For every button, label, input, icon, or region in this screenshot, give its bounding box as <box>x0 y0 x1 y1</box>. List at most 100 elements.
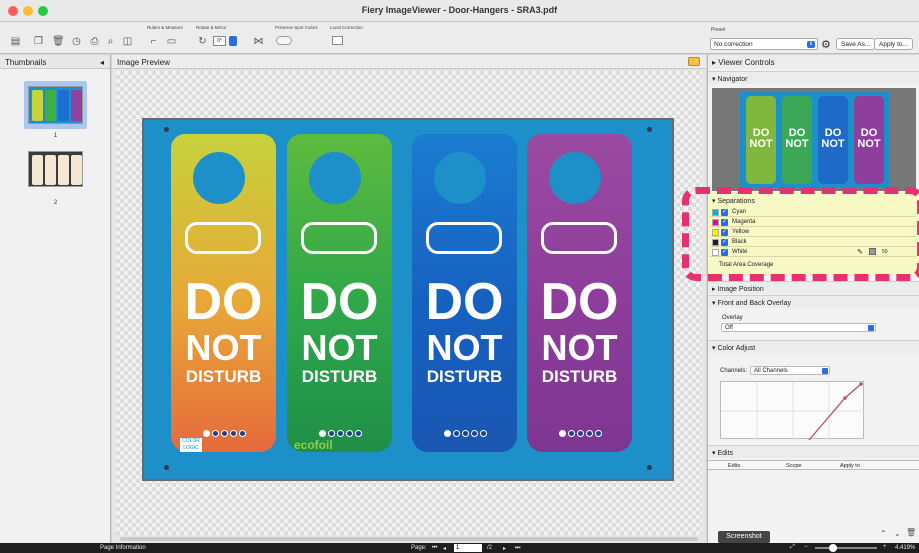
rotate-icon[interactable]: ↻ <box>197 36 208 47</box>
color-dot <box>471 430 478 437</box>
hanger-text: DISTURB <box>426 367 503 386</box>
hanger-text: DO <box>540 273 619 331</box>
zoom-slider[interactable] <box>815 547 877 549</box>
print-icon[interactable]: ⎙ <box>89 36 100 47</box>
preserve-spot-toggle[interactable] <box>276 36 292 45</box>
zoom-out-icon[interactable]: − <box>804 544 808 550</box>
navigator-title: Navigator <box>717 76 748 83</box>
apply-to-column: Apply to <box>840 463 860 469</box>
edits-header[interactable]: ▾ Edits <box>708 445 919 458</box>
preview-mode-icon[interactable] <box>688 57 700 66</box>
rulers-group-label: Rulers & Measure <box>147 25 184 30</box>
front-back-overlay-header[interactable]: ▾ Front and Back Overlay <box>708 295 919 308</box>
registration-mark <box>164 127 169 132</box>
preset-select[interactable]: No correction ⇕ <box>710 38 818 50</box>
viewer-controls-header[interactable]: ▸ Viewer Controls <box>708 55 919 69</box>
color-dot <box>230 430 237 437</box>
copy-icon[interactable]: ❐ <box>33 36 44 47</box>
fit-icon[interactable]: ⤢ <box>790 544 795 551</box>
color-dot <box>328 430 335 437</box>
navigator-hanger: DO NOT <box>782 96 812 184</box>
collapse-icon[interactable]: ◂ <box>100 58 104 67</box>
hanger-text: DO <box>184 273 263 331</box>
hanger-text: NOT <box>541 327 618 368</box>
navigator-view[interactable]: DO NOT DO NOT DO NOT DO NOT <box>712 88 916 191</box>
toolbar: ▤ ❐ 🗑 ◷ ⎙ ⌕ ◫ Rulers & Measure ⌐ ▭ Rotat… <box>0 22 919 54</box>
zoom-slider-knob[interactable] <box>829 544 837 552</box>
color-dot <box>453 430 460 437</box>
edits-column: Edits <box>728 463 741 469</box>
title-bar: Fiery ImageViewer - Door-Hangers - SRA3.… <box>0 0 919 22</box>
page-total: /2 <box>487 545 493 551</box>
save-as-button[interactable]: Save As... <box>836 38 876 50</box>
chevron-down-icon[interactable]: ⌄ <box>894 529 901 538</box>
channels-label: Channels: <box>720 368 748 374</box>
door-hanger: DO NOT DISTURB <box>527 134 632 452</box>
panel-toggle-icon[interactable]: ◫ <box>122 36 133 47</box>
navigator-hanger: DO NOT <box>818 96 848 184</box>
color-adjust-header[interactable]: ▾ Color Adjust <box>708 340 919 353</box>
local-correction-icon[interactable] <box>332 36 343 45</box>
zoom-in-icon[interactable]: + <box>883 544 887 550</box>
thumbnails-title: Thumbnails <box>5 58 47 67</box>
preview-title: Image Preview <box>117 58 170 67</box>
chevron-down-icon <box>868 325 874 331</box>
overlay-label: Overlay <box>722 315 743 321</box>
chevron-up-icon[interactable]: ⌃ <box>880 529 887 538</box>
sleep-mask-graphic <box>301 222 377 254</box>
color-dot <box>203 430 210 437</box>
door-hanger: DO NOT DISTURB <box>287 134 392 452</box>
channels-select[interactable]: All Channels <box>750 366 830 375</box>
thumbnails-panel: Thumbnails ◂ 1 2 <box>0 55 111 543</box>
chevron-down-icon: ⇕ <box>807 41 815 48</box>
color-dot <box>577 430 584 437</box>
thumbnail-page-2[interactable] <box>28 151 83 187</box>
scope-column: Scope <box>786 463 802 469</box>
color-dot <box>355 430 362 437</box>
chevron-down-icon <box>822 368 828 374</box>
gear-icon[interactable]: ⚙ <box>821 38 831 51</box>
mirror-icon[interactable]: ⋈ <box>253 36 264 47</box>
image-position-header[interactable]: ▸ Image Position <box>708 281 919 294</box>
last-page-icon[interactable]: ⏭ <box>515 545 520 552</box>
registration-mark <box>647 127 652 132</box>
preview-header: Image Preview <box>112 55 706 69</box>
hanger-text: NOT <box>185 327 262 368</box>
trash-icon[interactable]: 🗑 <box>906 528 916 537</box>
navigator-header[interactable]: ▾ Navigator <box>708 71 919 84</box>
apply-to-button[interactable]: Apply to... <box>874 38 913 50</box>
highlight-annotation <box>682 187 919 281</box>
viewer-controls-panel: ▸ Viewer Controls ▾ Navigator DO NOT DO … <box>707 55 919 543</box>
next-page-icon[interactable]: ▸ <box>503 545 506 552</box>
first-page-icon[interactable]: ⏮ <box>432 545 437 552</box>
print-sheet[interactable]: DO NOT DISTURB DO NOT DISTURB DO NOT DISTURB DO NO… <box>142 118 674 481</box>
channels-value: All Channels <box>754 368 788 374</box>
overlay-select[interactable]: Off <box>721 323 876 332</box>
thumbnails-header: Thumbnails ◂ <box>0 55 110 69</box>
color-dot <box>221 430 228 437</box>
color-dot <box>586 430 593 437</box>
page-number-field[interactable]: 1 <box>454 544 482 552</box>
hanger-text: DO <box>300 273 379 331</box>
tone-curve[interactable] <box>720 381 865 441</box>
horizontal-scrollbar[interactable] <box>120 537 698 541</box>
search-icon[interactable]: ⌕ <box>105 36 116 47</box>
edits-table-header: Edits Scope Apply to <box>708 460 919 470</box>
rotate-stepper[interactable] <box>229 36 237 46</box>
spot-colors-group-label: Preserve Spot Colors <box>275 25 318 30</box>
save-icon[interactable]: ▤ <box>10 36 21 47</box>
color-dot <box>319 430 326 437</box>
hanger-hole <box>193 152 245 204</box>
window-title: Fiery ImageViewer - Door-Hangers - SRA3.… <box>361 5 558 15</box>
front-back-overlay-title: Front and Back Overlay <box>717 300 791 307</box>
sleep-mask-graphic <box>185 222 261 254</box>
page-information-label[interactable]: Page Information <box>100 545 146 551</box>
measure-icon[interactable]: ▭ <box>166 36 177 47</box>
thumbnail-page-1[interactable] <box>28 86 83 124</box>
history-icon[interactable]: ◷ <box>71 36 82 47</box>
ruler-icon[interactable]: ⌐ <box>148 36 159 47</box>
viewer-controls-title: Viewer Controls <box>718 58 775 67</box>
previous-page-icon[interactable]: ◂ <box>443 545 446 552</box>
rotate-value-field[interactable]: 0° <box>213 36 226 46</box>
delete-icon[interactable]: 🗑 <box>52 36 65 47</box>
